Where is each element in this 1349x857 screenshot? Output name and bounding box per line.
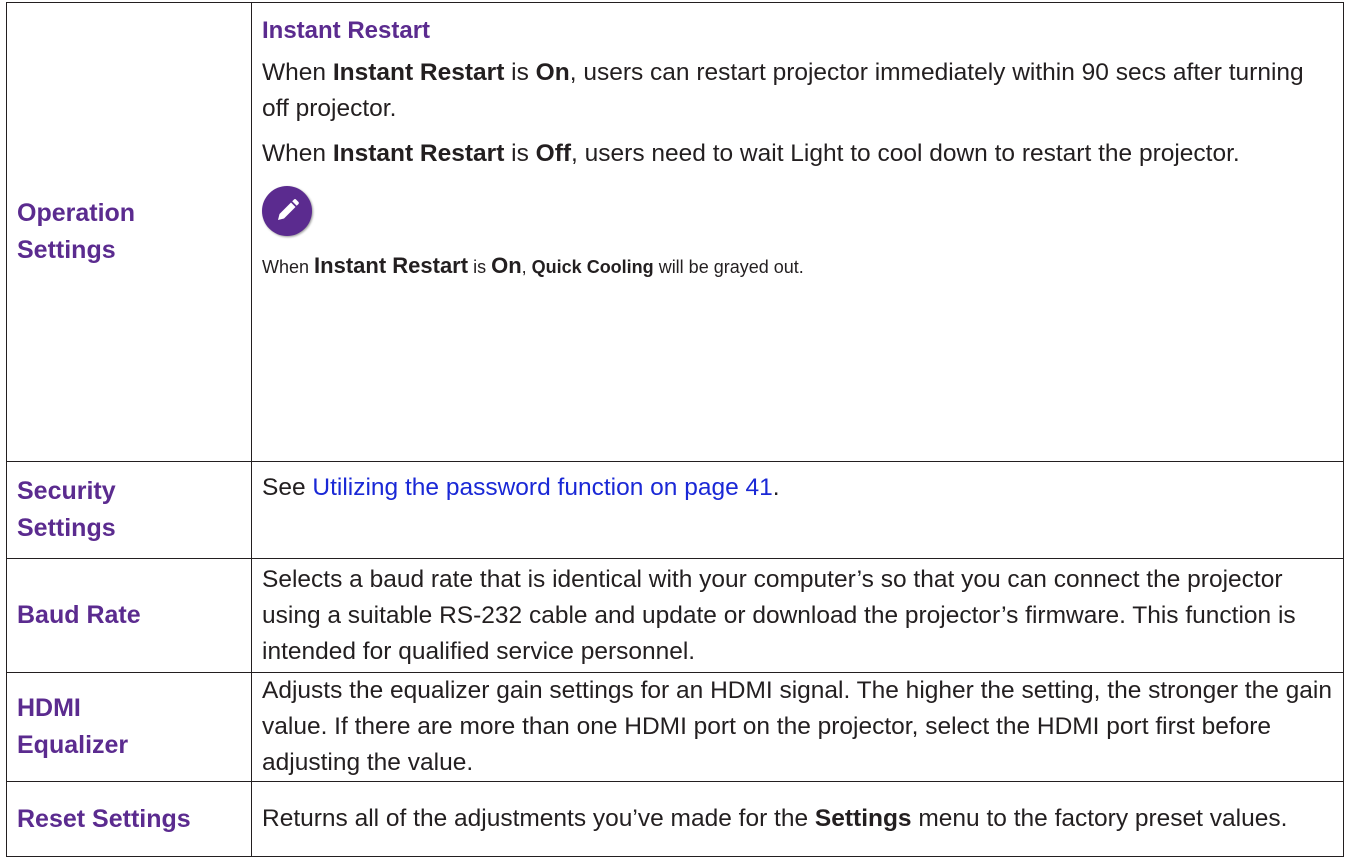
row-label-cell: Baud Rate [6,558,252,673]
note-block: When Instant Restart is On, Quick Coolin… [262,186,1335,293]
table-row-hdmi-equalizer: HDMI Equalizer Adjusts the equalizer gai… [6,672,1344,782]
hdmi-equalizer-description: Adjusts the equalizer gain settings for … [262,677,1332,776]
reset-settings-description: Returns all of the adjustments you’ve ma… [262,805,1288,832]
row-description-cell: Instant Restart When Instant Restart is … [251,2,1344,462]
row-label-cell: Operation Settings [6,2,252,462]
row-label-hdmi-equalizer: HDMI Equalizer [17,694,129,759]
note-text: When Instant Restart is On, Quick Coolin… [262,253,804,278]
pencil-note-icon [262,186,312,236]
row-label-cell: Reset Settings [6,781,252,857]
instant-restart-off-paragraph: When Instant Restart is Off, users need … [262,140,1240,167]
table-row-operation-settings: Operation Settings Instant Restart When … [6,2,1344,462]
row-label-operation-settings: Operation Settings [17,199,136,264]
table-row-security-settings: Security Settings See Utilizing the pass… [6,461,1344,559]
instant-restart-heading: Instant Restart [262,17,431,44]
instant-restart-on-paragraph: When Instant Restart is On, users can re… [262,59,1304,122]
settings-table: Operation Settings Instant Restart When … [6,2,1344,857]
table-row-reset-settings: Reset Settings Returns all of the adjust… [6,781,1344,857]
row-description-cell: Selects a baud rate that is identical wi… [251,558,1344,673]
table-row-baud-rate: Baud Rate Selects a baud rate that is id… [6,558,1344,673]
row-label-security-settings: Security Settings [17,477,116,542]
row-label-cell: Security Settings [6,461,252,559]
row-label-cell: HDMI Equalizer [6,672,252,782]
row-label-reset-settings: Reset Settings [17,804,191,833]
row-description-cell: Adjusts the equalizer gain settings for … [251,672,1344,782]
row-description-cell: See Utilizing the password function on p… [251,461,1344,559]
row-description-cell: Returns all of the adjustments you’ve ma… [251,781,1344,857]
baud-rate-description: Selects a baud rate that is identical wi… [262,565,1296,665]
row-label-baud-rate: Baud Rate [17,601,141,629]
password-function-link[interactable]: Utilizing the password function on page … [312,474,772,501]
security-description: See Utilizing the password function on p… [262,474,780,501]
